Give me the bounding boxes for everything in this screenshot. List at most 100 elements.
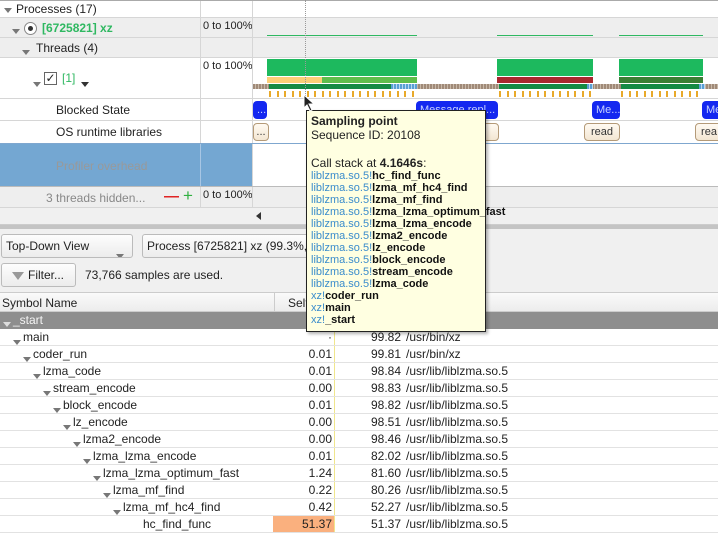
frame-function: main <box>325 302 351 314</box>
collapse-icon[interactable] <box>3 322 11 328</box>
sample-tick <box>681 91 683 97</box>
header-symbol-name[interactable]: Symbol Name <box>2 296 77 310</box>
os-runtime-event[interactable]: ... <box>253 123 269 141</box>
scroll-left-icon[interactable] <box>256 212 261 220</box>
collapse-icon[interactable] <box>103 493 111 499</box>
self-value: 0.42 <box>273 499 335 515</box>
threads-row[interactable]: Threads (4) <box>0 38 718 58</box>
tooltip-title: Sampling point <box>311 114 398 128</box>
table-row[interactable]: stream_encode 0.00 98.83/usr/lib/liblzma.s… <box>0 380 718 397</box>
total-value: 98.83 <box>370 381 401 395</box>
table-row[interactable]: lzma_lzma_encode 0.01 82.02/usr/lib/liblzm… <box>0 448 718 465</box>
module-path: /usr/lib/liblzma.so.5 <box>406 517 509 531</box>
blocked-event[interactable]: ... <box>253 101 267 119</box>
sample-tick <box>552 91 554 97</box>
sample-tick <box>574 91 576 97</box>
thread-timeline[interactable] <box>252 58 718 98</box>
time-cursor-line <box>305 0 306 96</box>
module-path: /usr/lib/liblzma.so.5 <box>406 415 509 429</box>
cpu-usage-block <box>497 59 593 76</box>
thread-checkbox[interactable]: ✓ <box>44 72 57 86</box>
collapse-icon[interactable] <box>33 374 41 380</box>
collapse-icon[interactable] <box>113 510 121 516</box>
table-row[interactable]: coder_run 0.01 99.81/usr/bin/xz <box>0 346 718 363</box>
os-runtime-event[interactable]: rea <box>695 123 718 141</box>
table-row[interactable]: lz_encode 0.00 98.51/usr/lib/liblzma.so.5 <box>0 414 718 431</box>
frame-module: liblzma.so.5! <box>311 206 373 218</box>
collapse-icon[interactable] <box>63 425 71 431</box>
stack-frame: liblzma.so.5!lzma_lzma_optimum_fast <box>311 206 505 218</box>
total-value: 99.81 <box>370 347 401 361</box>
symbol-name: _start <box>13 313 44 327</box>
table-row[interactable]: lzma_lzma_optimum_fast 1.24 81.60/usr/lib/… <box>0 465 718 482</box>
frame-function: lzma_code <box>372 278 429 290</box>
show-thread-button[interactable]: + <box>183 186 193 206</box>
blocked-event[interactable]: Me... <box>702 101 718 119</box>
sample-tick <box>269 91 271 97</box>
sample-tick <box>659 91 661 97</box>
filter-icon <box>12 271 24 280</box>
filter-button[interactable]: Filter... <box>1 263 76 287</box>
state-band-light-green <box>322 77 417 83</box>
mouse-cursor-icon <box>303 94 316 112</box>
table-row[interactable]: hc_find_func 51.37 51.37/usr/lib/liblzma.s… <box>0 516 718 533</box>
module-path: /usr/lib/liblzma.so.5 <box>406 449 509 463</box>
sample-tick <box>629 91 631 97</box>
thread-range: 0 to 100% <box>203 60 253 72</box>
table-row[interactable]: lzma_code 0.01 98.84/usr/lib/liblzma.so.5 <box>0 363 718 380</box>
thread-menu-icon[interactable] <box>81 82 89 88</box>
sample-tick <box>507 91 509 97</box>
processes-row[interactable]: Processes (17) <box>0 0 718 18</box>
symbol-name: coder_run <box>33 347 88 361</box>
tooltip-callstack-heading: Call stack at 4.1646s: <box>311 156 427 170</box>
frame-module: liblzma.so.5! <box>311 182 373 194</box>
collapse-icon[interactable] <box>22 50 30 56</box>
collapse-icon[interactable] <box>43 391 51 397</box>
sample-tick <box>352 91 354 97</box>
collapse-icon[interactable] <box>4 8 12 14</box>
symbol-name: hc_find_func <box>143 517 212 531</box>
collapse-icon[interactable] <box>93 476 101 482</box>
sample-tick <box>644 91 646 97</box>
self-value: 0.01 <box>273 346 335 362</box>
collapse-icon[interactable] <box>12 29 20 35</box>
thread-row[interactable]: ✓ [1] 0 to 100% <box>0 58 718 99</box>
hidden-threads-range: 0 to 100% <box>203 189 253 201</box>
self-value: 0.01 <box>273 363 335 379</box>
frame-function: lzma2_encode <box>372 230 448 242</box>
process-radio[interactable] <box>24 22 37 36</box>
sample-tick <box>499 91 501 97</box>
collapse-icon[interactable] <box>13 340 21 346</box>
blocked-event[interactable]: Me... <box>592 101 620 119</box>
symbol-name: lzma_code <box>43 364 102 378</box>
collapse-icon[interactable] <box>33 82 41 88</box>
cpu-usage-block <box>267 59 417 76</box>
stack-frame: liblzma.so.5!block_encode <box>311 254 481 266</box>
table-row[interactable]: lzma_mf_hc4_find 0.42 52.27/usr/lib/liblzm… <box>0 499 718 516</box>
processes-header: Processes (17) <box>16 2 97 16</box>
table-row[interactable]: lzma2_encode 0.00 98.46/usr/lib/liblzma.so… <box>0 431 718 448</box>
collapse-icon[interactable] <box>23 357 31 363</box>
sample-tick <box>651 91 653 97</box>
process-row[interactable]: [6725821] xz 0 to 100% <box>0 18 718 38</box>
collapse-icon[interactable] <box>73 442 81 448</box>
frame-function: lz_encode <box>372 242 426 254</box>
module-path: /usr/lib/liblzma.so.5 <box>406 364 509 378</box>
stack-frame: liblzma.so.5!lzma_mf_hc4_find <box>311 182 481 194</box>
collapse-icon[interactable] <box>53 408 61 414</box>
self-value: 1.24 <box>273 465 335 481</box>
symbol-name: lzma_lzma_encode <box>93 449 197 463</box>
hide-thread-button[interactable]: — <box>164 188 179 205</box>
table-row[interactable]: block_encode 0.01 98.82/usr/lib/liblzma.so… <box>0 397 718 414</box>
sample-tick <box>374 91 376 97</box>
view-select[interactable]: Top-Down View <box>1 234 133 258</box>
frame-function: coder_run <box>325 290 379 302</box>
sample-tick <box>299 91 301 97</box>
os-runtime-event[interactable]: read <box>584 123 620 141</box>
process-timeline[interactable] <box>252 18 718 37</box>
process-activity-line <box>497 35 593 36</box>
sample-tick <box>404 91 406 97</box>
samples-status: 73,766 samples are used. <box>85 268 224 282</box>
table-row[interactable]: lzma_mf_find 0.22 80.26/usr/lib/liblzma.so… <box>0 482 718 499</box>
collapse-icon[interactable] <box>83 459 91 465</box>
